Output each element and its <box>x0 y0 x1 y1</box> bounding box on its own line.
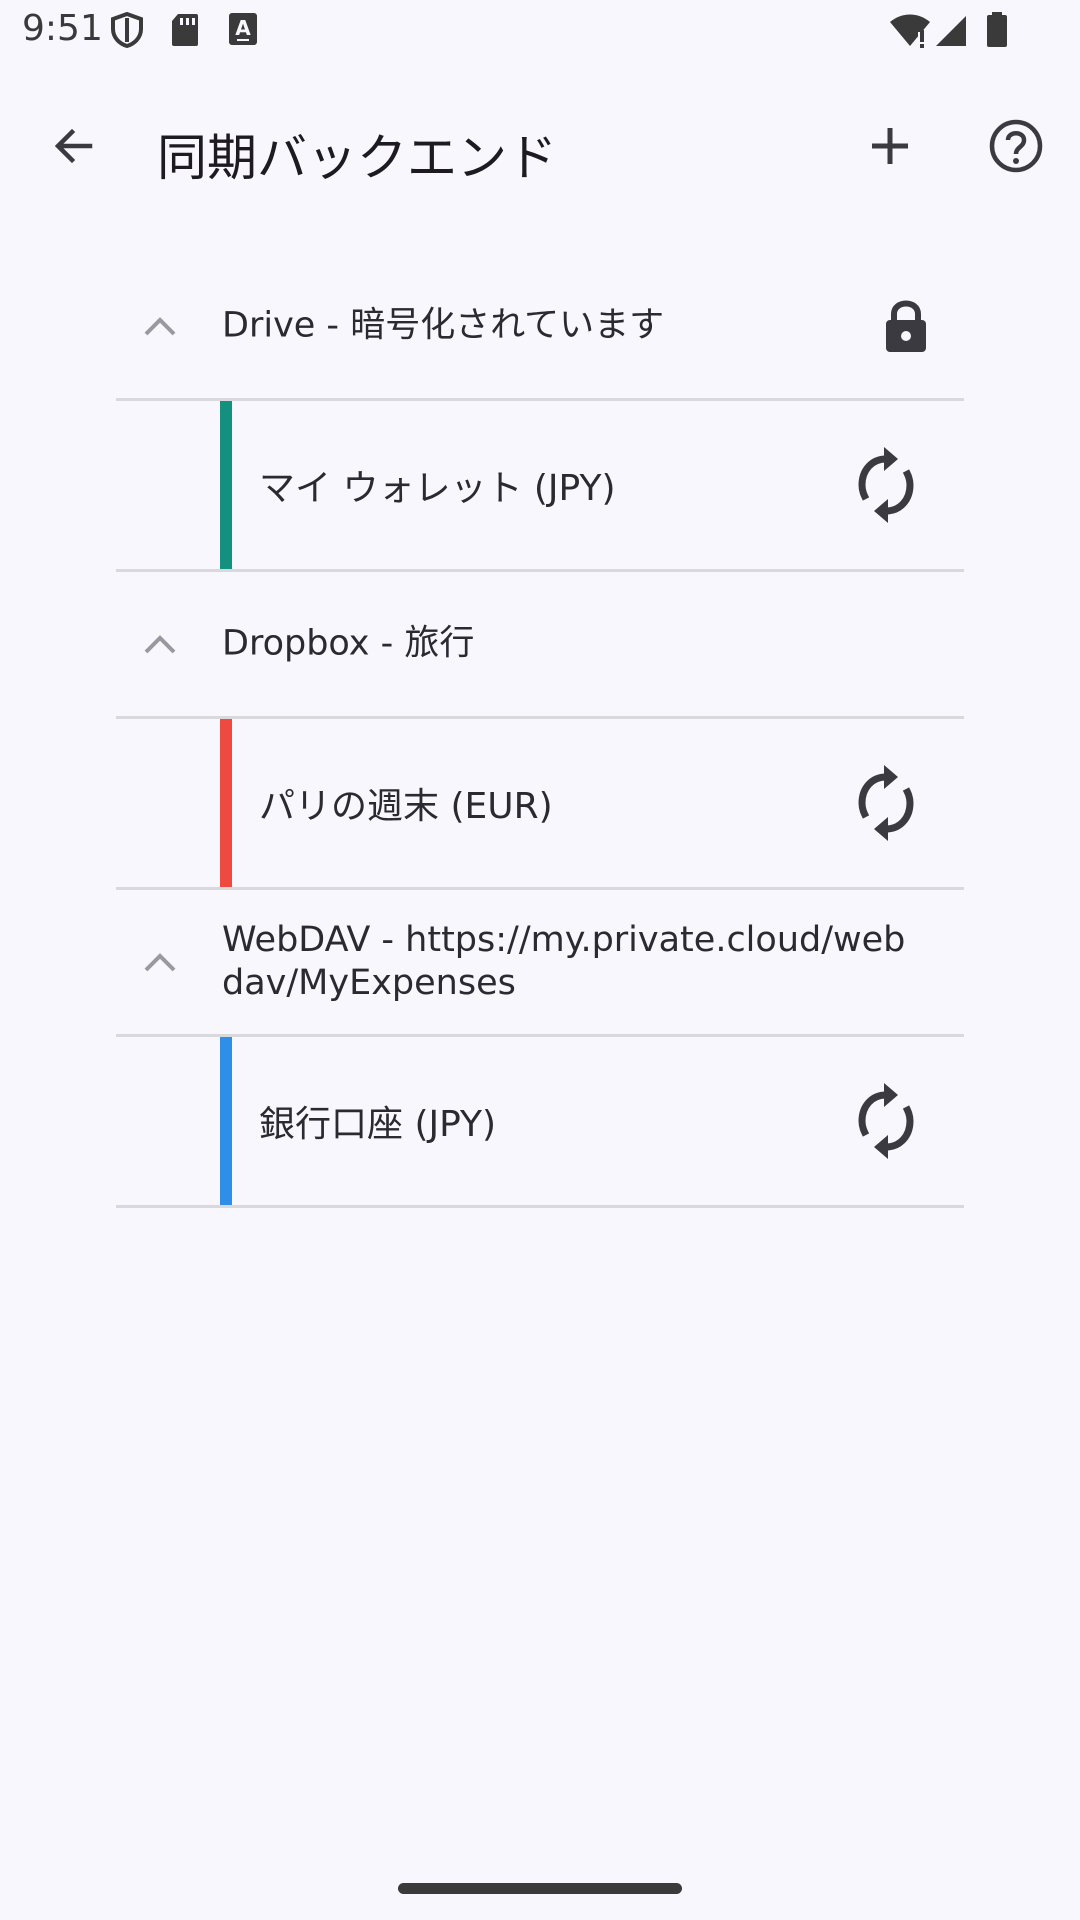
backend-label: Dropbox - 旅行 <box>222 623 475 664</box>
chevron-up-icon[interactable] <box>140 628 180 660</box>
sync-icon[interactable] <box>846 445 926 525</box>
account-label: パリの週末 (EUR) <box>259 786 553 827</box>
account-label: 銀行口座 (JPY) <box>259 1104 497 1145</box>
backend-list: Drive - 暗号化されています マイ ウォレット (JPY) Dropbox… <box>116 254 964 1208</box>
back-arrow-icon <box>54 128 93 164</box>
help-icon <box>989 119 1043 173</box>
home-indicator[interactable] <box>398 1883 682 1894</box>
backend-label: WebDAV - https://my.private.cloud/webdav… <box>222 920 906 1003</box>
battery-icon <box>986 12 1008 52</box>
add-backend-button[interactable] <box>846 102 934 190</box>
shield-icon <box>110 11 144 52</box>
sd-card-icon <box>170 12 200 52</box>
chevron-up-icon[interactable] <box>140 310 180 342</box>
account-row-my-wallet[interactable]: マイ ウォレット (JPY) <box>116 401 964 572</box>
account-label: マイ ウォレット (JPY) <box>259 468 616 509</box>
status-time: 9:51 <box>22 8 103 49</box>
backend-label: Drive - 暗号化されています <box>222 305 665 346</box>
backend-header-drive[interactable]: Drive - 暗号化されています <box>116 254 964 401</box>
text-a-icon: A <box>228 12 258 50</box>
help-button[interactable] <box>972 102 1060 190</box>
account-color-bar <box>220 401 232 569</box>
signal-icon <box>934 14 968 52</box>
add-icon <box>872 128 908 164</box>
sync-icon[interactable] <box>846 1081 926 1161</box>
backend-header-webdav[interactable]: WebDAV - https://my.private.cloud/webdav… <box>116 890 964 1037</box>
account-row-paris-weekend[interactable]: パリの週末 (EUR) <box>116 719 964 890</box>
svg-text:A: A <box>235 16 251 40</box>
status-bar: 9:51 A <box>0 0 1080 64</box>
account-row-bank-account[interactable]: 銀行口座 (JPY) <box>116 1037 964 1208</box>
account-color-bar <box>220 1037 232 1205</box>
chevron-up-icon[interactable] <box>140 946 180 978</box>
back-button[interactable] <box>30 102 118 190</box>
sync-icon[interactable] <box>846 763 926 843</box>
backend-header-dropbox[interactable]: Dropbox - 旅行 <box>116 572 964 719</box>
lock-icon <box>886 300 926 352</box>
account-color-bar <box>220 719 232 887</box>
wifi-icon <box>888 14 932 52</box>
page-title: 同期バックエンド <box>157 129 557 187</box>
